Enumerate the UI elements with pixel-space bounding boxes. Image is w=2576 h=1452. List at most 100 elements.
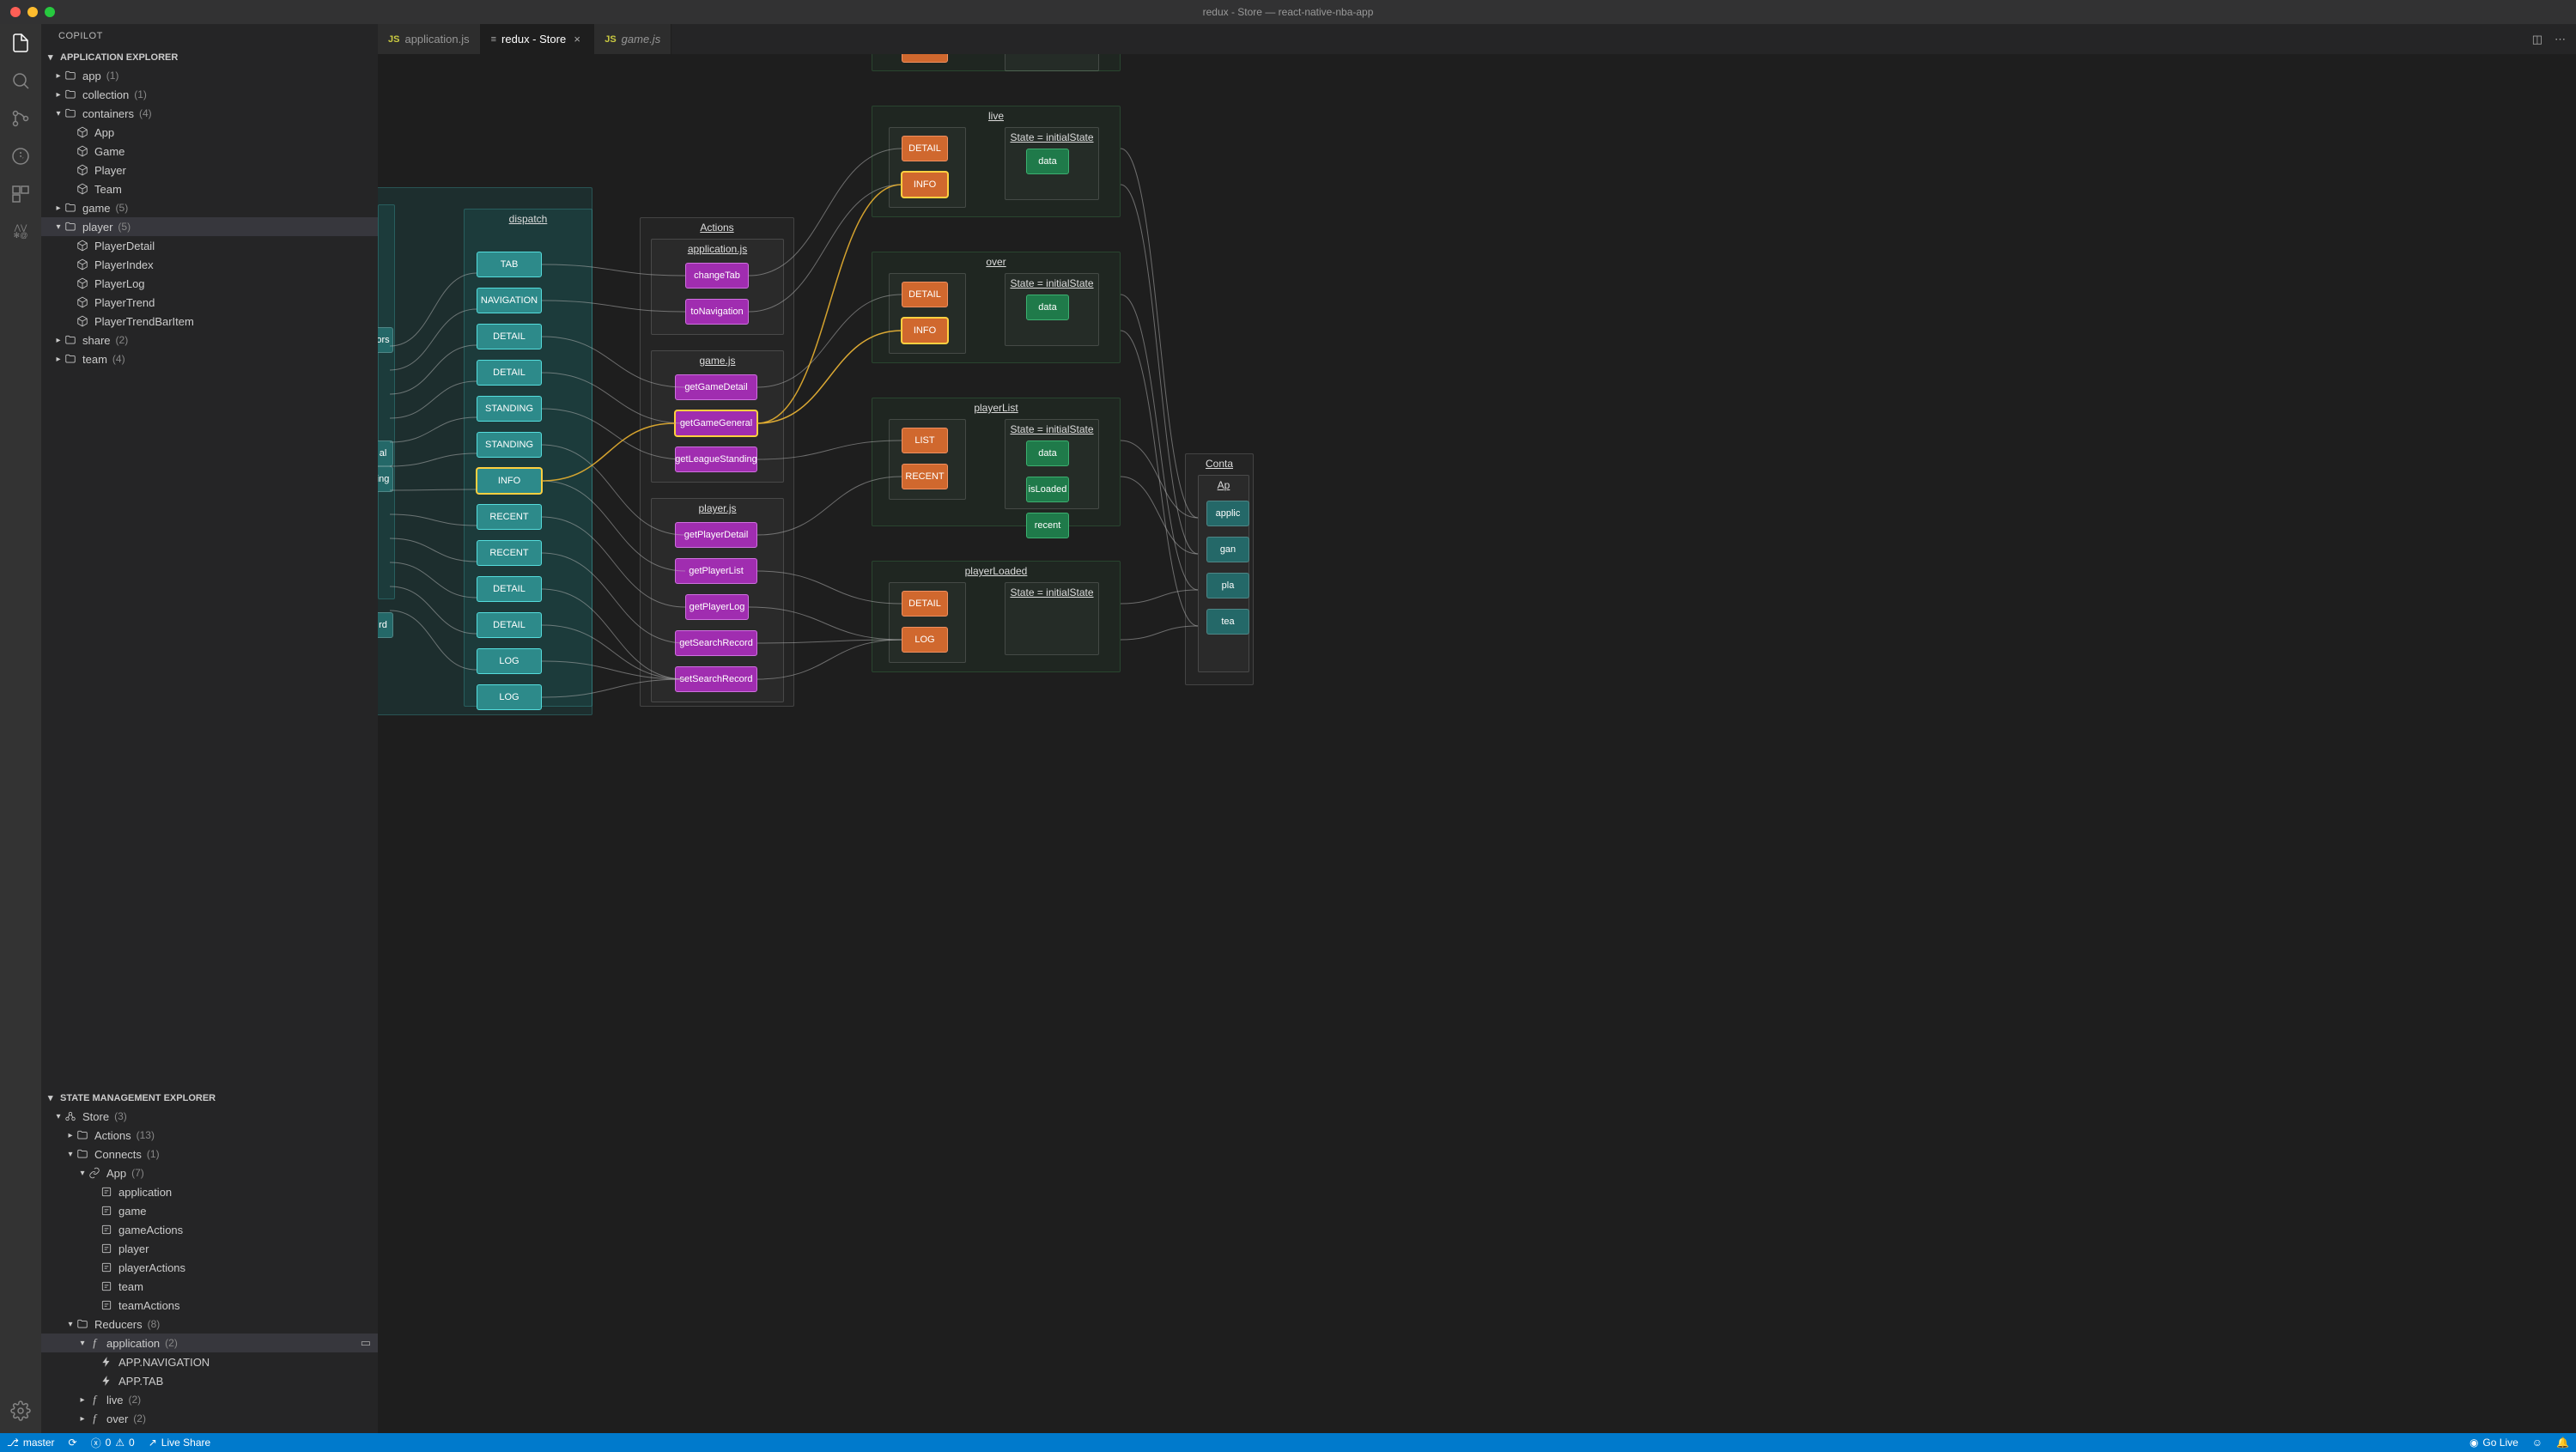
graph-node[interactable]: STANDING (477, 432, 542, 458)
tree-item[interactable]: team (41, 1277, 378, 1296)
tree-item[interactable]: ▸flive(2) (41, 1390, 378, 1409)
graph-node[interactable]: tea (1206, 609, 1249, 635)
tree-item[interactable]: APP.NAVIGATION (41, 1352, 378, 1371)
feedback-button[interactable]: ☺ (2525, 1437, 2549, 1449)
extensions-icon[interactable] (9, 182, 33, 206)
graph-viewport[interactable]: orsalingrddispatchTABNAVIGATIONDETAILDET… (378, 54, 2576, 1433)
graph-node[interactable]: applic (1206, 501, 1249, 526)
graph-node[interactable]: pla (1206, 573, 1249, 598)
graph-node[interactable]: RECENT (477, 540, 542, 566)
tree-item[interactable]: ▾containers(4) (41, 104, 378, 123)
tree-item[interactable]: application (41, 1182, 378, 1201)
graph-node[interactable]: getPlayerDetail (675, 522, 757, 548)
tree-item[interactable]: ▸Actions(13) (41, 1126, 378, 1145)
window-maximize-button[interactable] (45, 7, 55, 17)
graph-node[interactable]: RECENT (902, 464, 948, 489)
tree-item[interactable]: PlayerLog (41, 274, 378, 293)
graph-node[interactable]: LIST (902, 428, 948, 453)
tree-item[interactable]: playerActions (41, 1258, 378, 1277)
tree-item[interactable]: ▾Store(3) (41, 1107, 378, 1126)
tree-item[interactable]: ▸share(2) (41, 331, 378, 349)
tree-item[interactable]: ▾App(7) (41, 1163, 378, 1182)
graph-node[interactable] (902, 54, 948, 63)
graph-node[interactable]: DETAIL (902, 282, 948, 307)
window-close-button[interactable] (10, 7, 21, 17)
graph-node[interactable]: DETAIL (477, 612, 542, 638)
graph-node[interactable]: getGameGeneral (675, 410, 757, 436)
tree-item[interactable]: ▸app(1) (41, 66, 378, 85)
graph-node[interactable]: recent (1026, 513, 1069, 538)
graph-node[interactable]: al (378, 440, 393, 466)
graph-node[interactable]: RECENT (477, 504, 542, 530)
graph-node[interactable]: getPlayerList (675, 558, 757, 584)
debug-icon[interactable] (9, 144, 33, 168)
graph-node[interactable]: rd (378, 612, 393, 638)
sync-button[interactable]: ⟳ (62, 1433, 84, 1452)
state-explorer-header[interactable]: ▾STATE MANAGEMENT EXPLORER (41, 1089, 378, 1107)
graph-node[interactable]: getSearchRecord (675, 630, 757, 656)
app-explorer-header[interactable]: ▾APPLICATION EXPLORER (41, 48, 378, 66)
tree-item[interactable]: teamActions (41, 1296, 378, 1315)
copilot-extra-icon[interactable]: ⋀⋁✻@ (9, 220, 33, 244)
graph-node[interactable]: STANDING (477, 396, 542, 422)
preview-icon[interactable]: ▭ (361, 1336, 371, 1350)
branch-indicator[interactable]: ⎇master (0, 1433, 62, 1452)
window-minimize-button[interactable] (27, 7, 38, 17)
settings-gear-icon[interactable] (9, 1399, 33, 1423)
tree-item[interactable]: Game (41, 142, 378, 161)
tree-item[interactable]: ▸game(5) (41, 198, 378, 217)
tree-item[interactable]: App (41, 123, 378, 142)
tree-item[interactable]: PlayerIndex (41, 255, 378, 274)
graph-node[interactable]: data (1026, 149, 1069, 174)
graph-node[interactable]: INFO (902, 172, 948, 197)
graph-node[interactable]: LOG (477, 684, 542, 710)
tree-item[interactable]: gameActions (41, 1220, 378, 1239)
graph-node[interactable]: LOG (477, 648, 542, 674)
graph-node[interactable]: data (1026, 295, 1069, 320)
tree-item[interactable]: PlayerTrendBarItem (41, 312, 378, 331)
tree-item[interactable]: ▸fover(2) (41, 1409, 378, 1428)
graph-node[interactable]: INFO (902, 318, 948, 343)
more-actions-icon[interactable]: ⋯ (2555, 33, 2566, 46)
live-share-button[interactable]: ↗Live Share (142, 1433, 217, 1452)
graph-node[interactable]: DETAIL (477, 324, 542, 349)
tree-item[interactable]: Team (41, 179, 378, 198)
tree-item[interactable]: game (41, 1201, 378, 1220)
tree-item[interactable]: ▾fapplication(2)▭ (41, 1334, 378, 1352)
graph-node[interactable]: getLeagueStanding (675, 447, 757, 472)
tree-item[interactable]: ▾Reducers(8) (41, 1315, 378, 1334)
problems-indicator[interactable]: ⓧ0⚠0 (84, 1433, 142, 1452)
search-icon[interactable] (9, 69, 33, 93)
tree-item[interactable]: Player (41, 161, 378, 179)
tree-item[interactable]: PlayerDetail (41, 236, 378, 255)
explorer-icon[interactable] (9, 31, 33, 55)
go-live-button[interactable]: ◉Go Live (2463, 1437, 2525, 1449)
graph-node[interactable]: gan (1206, 537, 1249, 562)
tree-item[interactable]: APP.TAB (41, 1371, 378, 1390)
graph-node[interactable]: getGameDetail (675, 374, 757, 400)
tree-item[interactable]: PlayerTrend (41, 293, 378, 312)
graph-node[interactable]: changeTab (685, 263, 749, 289)
graph-node[interactable]: DETAIL (902, 136, 948, 161)
editor-tab[interactable]: JSgame.js (594, 24, 671, 54)
tree-item[interactable]: ▾Connects(1) (41, 1145, 378, 1163)
split-editor-icon[interactable]: ◫ (2532, 33, 2543, 46)
graph-node[interactable]: isLoaded (1026, 477, 1069, 502)
graph-node[interactable]: ing (378, 466, 393, 492)
close-tab-icon[interactable]: × (571, 33, 583, 46)
editor-tab[interactable]: ≡redux - Store× (481, 24, 595, 54)
tree-item[interactable]: ▾player(5) (41, 217, 378, 236)
graph-node[interactable]: getPlayerLog (685, 594, 749, 620)
graph-node[interactable]: DETAIL (902, 591, 948, 617)
graph-node[interactable]: toNavigation (685, 299, 749, 325)
graph-node[interactable]: NAVIGATION (477, 288, 542, 313)
source-control-icon[interactable] (9, 106, 33, 131)
graph-node[interactable]: ors (378, 327, 393, 353)
editor-tab[interactable]: JSapplication.js (378, 24, 481, 54)
tree-item[interactable]: player (41, 1239, 378, 1258)
graph-node[interactable]: INFO (477, 468, 542, 494)
graph-node[interactable]: TAB (477, 252, 542, 277)
graph-node[interactable]: DETAIL (477, 360, 542, 386)
notifications-button[interactable]: 🔔 (2549, 1437, 2576, 1449)
tree-item[interactable]: ▸team(4) (41, 349, 378, 368)
